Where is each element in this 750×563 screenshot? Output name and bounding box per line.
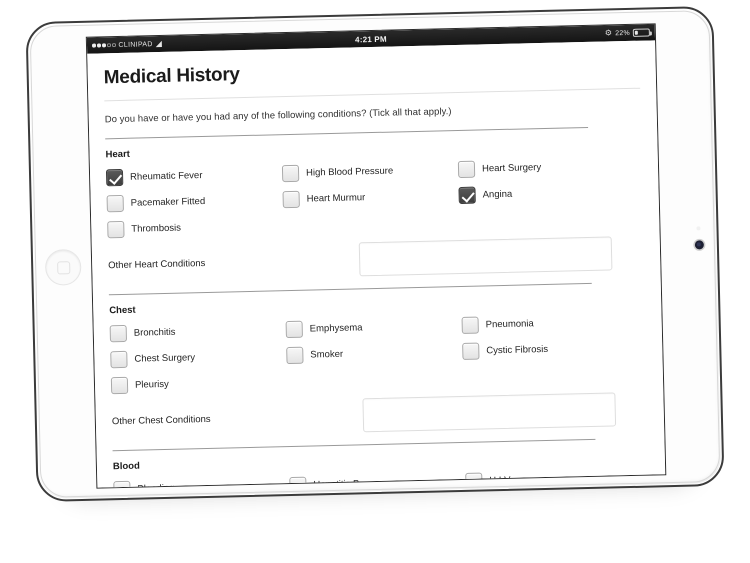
form-sections: Heart Rheumatic Fever High Blood Pressure H… xyxy=(105,126,649,489)
checkbox-item[interactable]: Cystic Fibrosis xyxy=(462,336,638,363)
form-instructions: Do you have or have you had any of the f… xyxy=(104,106,452,126)
ipad-device-frame: CLINIPAD ◢ 4:21 PM ⚙ 22% Medical History… xyxy=(25,5,725,503)
signal-dot-empty xyxy=(112,43,116,47)
checkbox-unchecked-icon[interactable] xyxy=(107,220,125,239)
battery-fill xyxy=(634,30,639,35)
checkbox-item[interactable]: Pneumonia xyxy=(461,310,637,337)
checkbox-unchecked-icon[interactable] xyxy=(461,316,479,334)
screenshot-stage: CLINIPAD ◢ 4:21 PM ⚙ 22% Medical History… xyxy=(0,0,750,563)
checkbox-unchecked-icon[interactable] xyxy=(465,472,483,489)
wifi-icon: ◢ xyxy=(155,38,163,49)
bluetooth-icon: ⚙ xyxy=(604,28,613,38)
checkbox-unchecked-icon[interactable] xyxy=(286,346,304,365)
checkbox-unchecked-icon[interactable] xyxy=(282,190,300,209)
checkbox-unchecked-icon[interactable] xyxy=(285,320,303,339)
checkbox-item[interactable]: H.I.V xyxy=(465,466,641,489)
checkbox-item[interactable]: Thrombosis xyxy=(107,214,283,241)
checkbox-item[interactable]: Pleurisy xyxy=(110,370,287,397)
checkbox-label: High Blood Pressure xyxy=(305,165,394,179)
checkbox-unchecked-icon[interactable] xyxy=(289,476,307,489)
signal-dot-filled xyxy=(91,43,96,48)
home-button[interactable] xyxy=(44,248,82,286)
checkbox-item[interactable]: Heart Surgery xyxy=(457,154,634,181)
checkbox-item[interactable]: Angina xyxy=(458,180,634,207)
checkbox-label: Heart Murmur xyxy=(306,192,366,205)
checkbox-label: H.I.V xyxy=(489,474,511,487)
checkbox-item[interactable]: Smoker xyxy=(286,340,462,367)
other-conditions-label: Other Chest Conditions xyxy=(111,413,211,427)
checkbox-label: Rheumatic Fever xyxy=(129,170,203,183)
checkbox-unchecked-icon[interactable] xyxy=(281,164,300,183)
checkbox-label: Smoker xyxy=(310,348,344,361)
checkbox-checked-icon[interactable] xyxy=(458,186,476,205)
ipad-screen: CLINIPAD ◢ 4:21 PM ⚙ 22% Medical History… xyxy=(85,23,667,489)
checkbox-unchecked-icon[interactable] xyxy=(109,324,128,343)
front-camera-lens xyxy=(696,242,701,247)
checkbox-label: Heart Surgery xyxy=(481,162,542,175)
signal-dot-filled xyxy=(96,43,101,48)
signal-dot-filled xyxy=(101,43,106,48)
checkbox-item[interactable]: Rheumatic Fever xyxy=(105,162,282,189)
checkbox-item[interactable]: Bronchitis xyxy=(109,318,286,345)
checkbox-label: Bleeding xyxy=(137,483,174,489)
checkbox-label: Pneumonia xyxy=(485,318,534,331)
checkbox-grid: Rheumatic Fever High Blood Pressure Heart … xyxy=(105,148,644,242)
checkbox-label: Cystic Fibrosis xyxy=(486,343,549,357)
checkbox-item[interactable]: Hepatitis B xyxy=(289,470,465,489)
checkbox-unchecked-icon[interactable] xyxy=(457,160,476,179)
ambient-light-sensor-icon xyxy=(696,226,701,231)
checkbox-item[interactable]: Pacemaker Fitted xyxy=(106,188,282,215)
checkbox-checked-icon[interactable] xyxy=(105,168,124,187)
checkbox-item[interactable]: Heart Murmur xyxy=(282,184,458,211)
other-conditions-label: Other Heart Conditions xyxy=(108,257,206,271)
checkbox-unchecked-icon[interactable] xyxy=(106,194,124,213)
checkbox-item[interactable]: Chest Surgery xyxy=(110,344,286,371)
checkbox-label: Bronchitis xyxy=(133,326,176,339)
other-conditions-input[interactable] xyxy=(362,392,617,433)
checkbox-unchecked-icon[interactable] xyxy=(113,480,131,489)
checkbox-label: Thrombosis xyxy=(131,222,182,235)
checkbox-grid: Bronchitis Emphysema Pneumonia Chest Surger… xyxy=(109,304,647,398)
medical-history-form: Medical History Do you have or have you … xyxy=(87,40,666,489)
status-bar-right: ⚙ 22% xyxy=(604,28,650,38)
checkbox-item[interactable]: High Blood Pressure xyxy=(281,158,458,185)
checkbox-unchecked-icon[interactable] xyxy=(110,350,128,369)
checkbox-unchecked-icon[interactable] xyxy=(110,376,129,395)
form-section-heart: Heart Rheumatic Fever High Blood Pressure H… xyxy=(105,127,644,282)
form-section-chest: Chest Bronchitis Emphysema Pneumonia Chest S… xyxy=(109,283,648,438)
front-camera-icon xyxy=(694,240,704,250)
checkbox-label: Hepatitis B xyxy=(313,478,360,489)
signal-dot-empty xyxy=(107,43,111,47)
battery-percent-label: 22% xyxy=(615,29,630,37)
battery-icon xyxy=(632,28,650,37)
checkbox-label: Pleurisy xyxy=(134,378,169,391)
home-button-square-icon xyxy=(56,260,70,275)
checkbox-unchecked-icon[interactable] xyxy=(462,342,480,360)
form-section-blood: BloodBleedingHepatitis BH.I.V xyxy=(113,439,650,489)
carrier-label: CLINIPAD xyxy=(118,40,153,49)
status-bar-left: CLINIPAD ◢ xyxy=(91,38,163,50)
checkbox-label: Pacemaker Fitted xyxy=(130,195,206,209)
other-conditions-input[interactable] xyxy=(358,236,613,277)
checkbox-item[interactable]: Bleeding xyxy=(113,474,289,489)
signal-strength-icon xyxy=(91,43,116,48)
checkbox-label: Emphysema xyxy=(309,322,363,335)
checkbox-label: Angina xyxy=(482,188,513,201)
checkbox-item[interactable]: Emphysema xyxy=(285,314,461,341)
checkbox-label: Chest Surgery xyxy=(134,352,196,365)
